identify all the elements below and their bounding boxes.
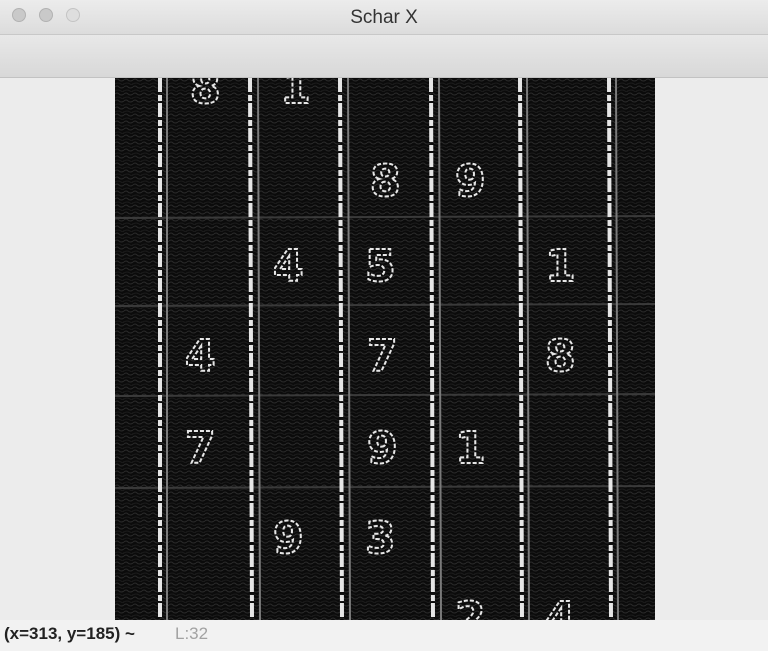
digit-3-row6: 3 [365,513,396,564]
cursor-coordinates: (x=313, y=185) ~ [4,624,135,643]
digit-9-row6: 9 [273,513,304,564]
digit-8-row4: 8 [545,331,576,382]
digit-9-row2: 9 [455,156,486,207]
digit-8-top: 8 [190,78,221,114]
digit-2-row7: 2 [455,593,486,620]
toolbar [0,35,768,78]
title-bar: Schar X [0,0,768,35]
digit-9-row5: 9 [367,423,398,474]
window-title: Schar X [350,7,418,28]
digit-1-row3: 1 [545,241,576,292]
schar-x-image[interactable]: 8 1 8 9 4 5 1 4 7 8 7 9 1 9 3 2 4 [115,78,655,620]
image-viewport: 8 1 8 9 4 5 1 4 7 8 7 9 1 9 3 2 4 [0,78,768,620]
digit-4-row3: 4 [273,241,304,292]
digit-7-row4: 7 [367,331,398,382]
pixel-level: L:32 [175,624,209,643]
digit-1-row5: 1 [455,423,486,474]
status-bar: (x=313, y=185) ~ L:32 [0,620,768,651]
digit-7-row5: 7 [185,423,216,474]
digit-4-row4: 4 [185,331,216,382]
digit-8-row2: 8 [370,156,401,207]
digit-5-row3: 5 [365,241,396,292]
digit-1-top: 1 [280,78,311,114]
digit-4-row7: 4 [545,593,576,620]
